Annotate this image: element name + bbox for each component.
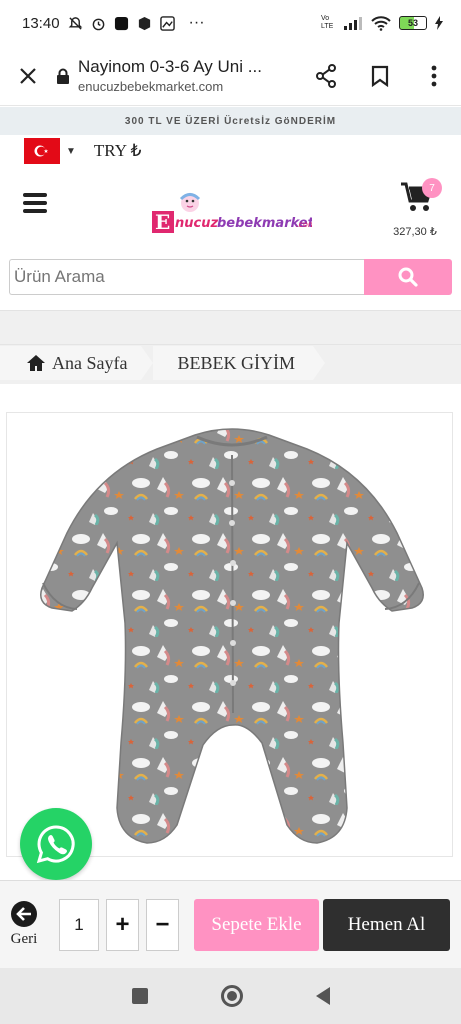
- promo-text: 300 TL VE ÜZERİ Ücretsİz GöNDERİM: [124, 115, 337, 127]
- bookmark-icon: [371, 65, 389, 87]
- image-icon: [159, 15, 175, 31]
- turkey-flag-icon[interactable]: [24, 138, 60, 164]
- buy-now-button[interactable]: Hemen Al: [323, 899, 450, 951]
- whatsapp-icon: [36, 825, 75, 864]
- whatsapp-button[interactable]: [20, 808, 92, 880]
- site-header: E nucuz bebekmarket .com 7 327,30 ₺: [0, 167, 461, 249]
- close-icon: [20, 67, 36, 84]
- breadcrumb-home-label: Ana Sayfa: [52, 352, 128, 373]
- cart-total: 327,30 ₺: [393, 226, 437, 238]
- product-action-bar: Geri 1 + − Sepete Ekle Hemen Al: [0, 880, 461, 968]
- currency-selector-row: ▼ TRY ₺: [0, 135, 461, 167]
- menu-icon[interactable]: [23, 193, 47, 213]
- lock-icon: [57, 68, 69, 84]
- breadcrumb: Ana Sayfa BEBEK GİYİM: [0, 346, 325, 380]
- more-vert-icon: [431, 65, 437, 86]
- recent-apps-button[interactable]: [131, 988, 148, 1004]
- breadcrumb-category[interactable]: BEBEK GİYİM: [153, 346, 313, 380]
- search-input[interactable]: [9, 259, 364, 295]
- more-notifications-icon: ···: [188, 14, 205, 31]
- decrease-quantity-button[interactable]: −: [146, 899, 179, 951]
- signal-icon: [344, 17, 362, 30]
- battery-level: 53: [407, 18, 418, 28]
- bookmark-button[interactable]: [353, 48, 407, 104]
- free-shipping-banner: 300 TL VE ÜZERİ Ücretsİz GöNDERİM: [0, 107, 461, 135]
- currency-selector[interactable]: TRY ₺: [94, 141, 142, 161]
- baby-romper-illustration: [40, 428, 424, 844]
- back-arrow-icon: [11, 901, 37, 927]
- notifications-off-icon: [68, 16, 82, 30]
- add-to-cart-button[interactable]: Sepete Ekle: [194, 899, 319, 951]
- svg-text:.com: .com: [296, 220, 312, 229]
- page-title: Nayinom 0-3-6 Ay Uni ...: [78, 57, 262, 76]
- search-icon: [398, 267, 418, 287]
- app-icon: [114, 16, 128, 30]
- product-image[interactable]: [6, 412, 453, 857]
- breadcrumb-home[interactable]: Ana Sayfa: [0, 346, 142, 380]
- system-back-button[interactable]: [315, 987, 330, 1005]
- home-button[interactable]: [220, 985, 243, 1007]
- share-icon: [316, 63, 336, 88]
- quantity-field[interactable]: 1: [59, 899, 99, 951]
- volte-label: Vo LTE: [321, 15, 334, 30]
- home-icon: [27, 355, 45, 371]
- language-caret-icon[interactable]: ▼: [66, 146, 76, 157]
- close-tab-button[interactable]: [0, 48, 56, 104]
- page-info[interactable]: Nayinom 0-3-6 Ay Uni ... enucuzbebekmark…: [78, 57, 299, 94]
- back-label: Geri: [10, 931, 38, 947]
- wifi-icon: [371, 16, 391, 31]
- status-time: 13:40: [22, 14, 60, 32]
- cart-count-badge: 7: [422, 178, 442, 198]
- page-url: enucuzbebekmarket.com: [78, 79, 224, 94]
- system-nav-bar: [0, 968, 461, 1024]
- battery-icon: 53: [399, 16, 427, 30]
- breadcrumb-separator: [312, 346, 325, 380]
- status-bar: 13:40 ··· Vo LTE 53: [0, 0, 461, 46]
- search-bar: [9, 259, 452, 295]
- box-icon: [138, 16, 150, 30]
- increase-quantity-button[interactable]: +: [106, 899, 139, 951]
- charging-icon: [435, 16, 443, 30]
- search-button[interactable]: [364, 259, 452, 295]
- breadcrumb-category-label: BEBEK GİYİM: [177, 352, 295, 373]
- overflow-menu-button[interactable]: [407, 48, 461, 104]
- site-logo[interactable]: E nucuz bebekmarket .com: [150, 189, 316, 235]
- svg-text:nucuz: nucuz: [175, 216, 218, 231]
- alarm-icon: [92, 18, 104, 30]
- back-button[interactable]: Geri: [8, 901, 40, 948]
- svg-text:E: E: [155, 210, 170, 234]
- share-button[interactable]: [299, 48, 353, 104]
- browser-toolbar: Nayinom 0-3-6 Ay Uni ... enucuzbebekmark…: [0, 46, 461, 106]
- breadcrumb-separator: [141, 346, 154, 380]
